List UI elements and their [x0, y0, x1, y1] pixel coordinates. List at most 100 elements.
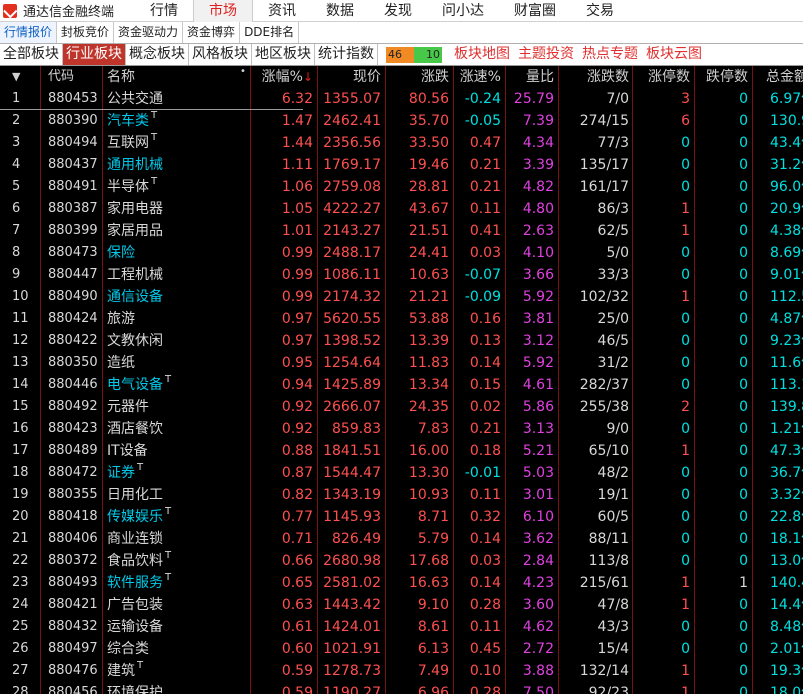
header-limit-down-count[interactable]: 跌停数: [694, 66, 752, 88]
category-tab-2[interactable]: 概念板块: [126, 44, 189, 65]
sector-name-cell[interactable]: 日用化工: [102, 484, 250, 506]
header-speed[interactable]: 涨速%: [453, 66, 505, 88]
table-row[interactable]: 14 880446 电气设备 T 0.94 1425.89 13.34 0.15 4.61 282…: [0, 374, 803, 396]
table-row[interactable]: 4 880437 通用机械 1.11 1769.17 19.46 0.21 3.39 135/1…: [0, 154, 803, 176]
header-name[interactable]: 名称: [102, 66, 250, 88]
sector-name-cell[interactable]: 综合类: [102, 638, 250, 660]
table-row[interactable]: 5 880491 半导体 T 1.06 2759.08 28.81 0.21 4.82 161/1…: [0, 176, 803, 198]
table-row[interactable]: 25 880432 运输设备 0.61 1424.01 8.61 0.11 4.62 43/3 0…: [0, 616, 803, 638]
category-tab-5[interactable]: 统计指数: [315, 44, 378, 65]
subtab-2[interactable]: 资金驱动力: [114, 22, 184, 43]
sector-name-cell[interactable]: 通信设备: [102, 286, 250, 308]
feature-link-0[interactable]: 板块地图: [450, 44, 514, 65]
table-row[interactable]: 17 880489 IT设备 0.88 1841.51 16.00 0.18 5.21 65/1…: [0, 440, 803, 462]
sector-name: 运输设备: [107, 619, 163, 635]
header-limit-up-count[interactable]: 涨停数: [632, 66, 694, 88]
sector-name-cell[interactable]: 通用机械: [102, 154, 250, 176]
sector-name-cell[interactable]: 电气设备 T: [102, 374, 250, 396]
menu-item-4[interactable]: 发现: [369, 0, 427, 22]
sector-name-cell[interactable]: 传媒娱乐 T: [102, 506, 250, 528]
table-row[interactable]: 7 880399 家居用品 1.01 2143.27 21.51 0.41 2.63 62/5 1…: [0, 220, 803, 242]
sector-name-cell[interactable]: 汽车类 T: [102, 110, 250, 132]
category-tab-0[interactable]: 全部板块: [0, 44, 63, 65]
sector-name-cell[interactable]: 环境保护: [102, 682, 250, 694]
category-tab-1[interactable]: 行业板块: [63, 44, 126, 65]
sector-name-cell[interactable]: 运输设备: [102, 616, 250, 638]
sector-name-cell[interactable]: 造纸: [102, 352, 250, 374]
limit-down-count: 0: [739, 289, 748, 305]
table-row[interactable]: 27 880476 建筑 T 0.59 1278.73 7.49 0.10 3.88 132/14…: [0, 660, 803, 682]
sector-name-cell[interactable]: 保险: [102, 242, 250, 264]
table-row[interactable]: 6 880387 家用电器 1.05 4222.27 43.67 0.11 4.80 86/3 1…: [0, 198, 803, 220]
sector-name-cell[interactable]: 半导体 T: [102, 176, 250, 198]
table-row[interactable]: 3 880494 互联网 T 1.44 2356.56 33.50 0.47 4.34 77/3 0…: [0, 132, 803, 154]
table-row[interactable]: 20 880418 传媒娱乐 T 0.77 1145.93 8.71 0.32 6.10 60/5…: [0, 506, 803, 528]
header-change[interactable]: 涨跌: [385, 66, 453, 88]
table-row[interactable]: 26 880497 综合类 0.60 1021.91 6.13 0.45 2.72 15/4 0 0…: [0, 638, 803, 660]
table-row[interactable]: 22 880372 食品饮料 T 0.66 2680.98 17.68 0.03 2.84 113…: [0, 550, 803, 572]
sector-name-cell[interactable]: 证券 T: [102, 462, 250, 484]
sector-name: 商业连锁: [107, 531, 163, 547]
table-row[interactable]: 13 880350 造纸 0.95 1254.64 11.83 0.14 5.92 31/2 0 0…: [0, 352, 803, 374]
sector-name-cell[interactable]: 家用电器: [102, 198, 250, 220]
sector-name-cell[interactable]: 酒店餐饮: [102, 418, 250, 440]
table-row[interactable]: 21 880406 商业连锁 0.71 826.49 5.79 0.14 3.62 88/11 0…: [0, 528, 803, 550]
sector-name-cell[interactable]: 工程机械: [102, 264, 250, 286]
sector-name-cell[interactable]: 元器件: [102, 396, 250, 418]
menu-item-5[interactable]: 问小达: [427, 0, 499, 22]
category-tab-4[interactable]: 地区板块: [252, 44, 315, 65]
subtab-1[interactable]: 封板竞价: [57, 22, 115, 43]
financing-mark-icon: T: [165, 572, 172, 583]
table-row[interactable]: 9 880447 工程机械 0.99 1086.11 10.63 -0.07 3.66 33/3…: [0, 264, 803, 286]
header-price[interactable]: 现价: [317, 66, 385, 88]
sector-name-cell[interactable]: 软件服务 T: [102, 572, 250, 594]
feature-link-1[interactable]: 主题投资: [514, 44, 578, 65]
change-pct: 1.05: [281, 201, 313, 217]
sector-name-cell[interactable]: 公共交通: [102, 88, 250, 110]
table-row[interactable]: 24 880421 广告包装 0.63 1443.42 9.10 0.28 3.60 47/8 1…: [0, 594, 803, 616]
header-code[interactable]: 代码: [40, 66, 102, 88]
table-row[interactable]: 8 880473 保险 0.99 2488.17 24.41 0.03 4.10 5/0 0 0 8.…: [0, 242, 803, 264]
sector-name-cell[interactable]: IT设备: [102, 440, 250, 462]
header-total-amount[interactable]: 总金额: [752, 66, 803, 88]
feature-link-2[interactable]: 热点专题: [578, 44, 642, 65]
sector-name-cell[interactable]: 食品饮料 T: [102, 550, 250, 572]
subtab-0[interactable]: 行情报价: [0, 22, 58, 43]
feature-link-3[interactable]: 板块云图: [642, 44, 706, 65]
table-row[interactable]: 1 880453 公共交通 6.32 1355.07 80.56 -0.24 25.79 7/0…: [0, 88, 803, 110]
sector-name-cell[interactable]: 旅游: [102, 308, 250, 330]
category-tab-3[interactable]: 风格板块: [189, 44, 252, 65]
table-row[interactable]: 10 880490 通信设备 0.99 2174.32 21.21 -0.09 5.92 102…: [0, 286, 803, 308]
sector-name-cell[interactable]: 家居用品: [102, 220, 250, 242]
table-row[interactable]: 18 880472 证券 T 0.87 1544.47 13.30 -0.01 5.03 48/2…: [0, 462, 803, 484]
subtab-3[interactable]: 资金博弈: [183, 22, 241, 43]
menu-item-6[interactable]: 财富圈: [499, 0, 571, 22]
change-amount: 13.34: [408, 377, 449, 393]
sector-name-cell[interactable]: 建筑 T: [102, 660, 250, 682]
table-row[interactable]: 2 880390 汽车类 T 1.47 2462.41 35.70 -0.05 7.39 274/…: [0, 110, 803, 132]
header-volume-ratio[interactable]: 量比: [505, 66, 558, 88]
sector-name-cell[interactable]: 文教休闲: [102, 330, 250, 352]
menu-item-1[interactable]: 市场: [193, 0, 253, 22]
sector-name-cell[interactable]: 互联网 T: [102, 132, 250, 154]
sector-name-cell[interactable]: 广告包装: [102, 594, 250, 616]
change-speed: -0.07: [464, 267, 501, 283]
table-row[interactable]: 23 880493 软件服务 T 0.65 2581.02 16.63 0.14 4.23 215…: [0, 572, 803, 594]
menu-item-0[interactable]: 行情: [135, 0, 193, 22]
header-menu[interactable]: ▼: [0, 66, 40, 88]
header-up-down-count[interactable]: 涨跌数: [558, 66, 632, 88]
volume-ratio: 3.88: [522, 663, 554, 679]
table-row[interactable]: 16 880423 酒店餐饮 0.92 859.83 7.83 0.21 3.13 9/0 0 0 1…: [0, 418, 803, 440]
table-row[interactable]: 15 880492 元器件 0.92 2666.07 24.35 0.02 5.86 255/3…: [0, 396, 803, 418]
table-row[interactable]: 12 880422 文教休闲 0.97 1398.52 13.39 0.13 3.12 46/5…: [0, 330, 803, 352]
header-change-pct[interactable]: 涨幅%↓: [250, 66, 317, 88]
table-row[interactable]: 19 880355 日用化工 0.82 1343.19 10.93 0.11 3.01 19/1…: [0, 484, 803, 506]
subtab-4[interactable]: DDE排名: [240, 22, 300, 43]
sector-name-cell[interactable]: 商业连锁: [102, 528, 250, 550]
table-row[interactable]: 28 880456 环境保护 0.59 1190.27 6.96 0.28 7.50 92/23…: [0, 682, 803, 694]
limit-down-count: 0: [739, 531, 748, 547]
table-row[interactable]: 11 880424 旅游 0.97 5620.55 53.88 0.16 3.81 25/0 0 0…: [0, 308, 803, 330]
menu-item-3[interactable]: 数据: [311, 0, 369, 22]
menu-item-7[interactable]: 交易: [571, 0, 629, 22]
menu-item-2[interactable]: 资讯: [253, 0, 311, 22]
